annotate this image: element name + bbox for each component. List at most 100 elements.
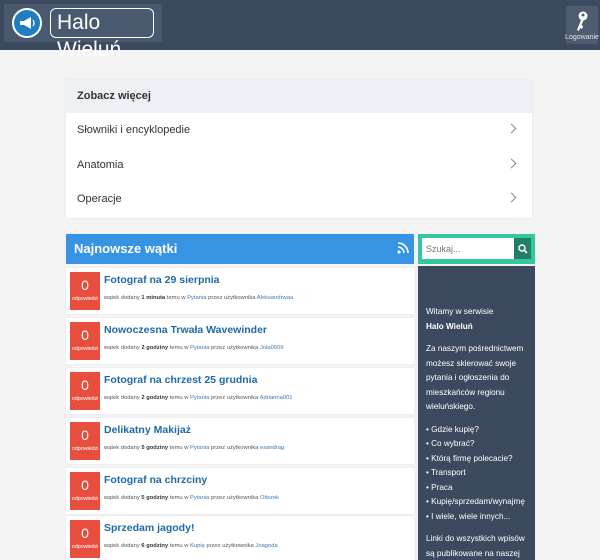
thread-item[interactable]: 0 odpowiedzi Sprzedam jagody! wątek doda… [66,516,414,560]
reply-count: 0 [81,525,89,541]
logo-text: Halo Wieluń [50,8,154,61]
thread-title[interactable]: Fotograf na chrzciny [104,474,207,486]
meta-added: wątek dodany [104,295,142,301]
user-link[interactable]: Oliszek [260,495,279,501]
meta-by: przez użytkownika [206,295,257,301]
reply-label: odpowiedzi [71,446,99,452]
reply-label: odpowiedzi [71,346,99,352]
see-more-title: Zobacz więcej [66,80,532,113]
reply-count-badge: 0 odpowiedzi [70,272,100,310]
see-more-item-dictionaries[interactable]: Słowniki i encyklopedie [66,113,532,148]
see-more-item-anatomy[interactable]: Anatomia [66,148,532,183]
search-input[interactable] [422,238,514,259]
list-item: • Transport [426,468,466,477]
forum-link[interactable]: Pytania [190,345,209,351]
list-item: • Co wybrać? [426,439,475,448]
meta-time: 1 minuta [141,295,166,301]
thread-meta: wątek dodany 5 godziny temu w Pytania pr… [104,495,279,501]
meta-time: 2 godziny [141,345,169,351]
meta-by: przez użytkownika [209,445,260,451]
meta-ago: temu w [168,445,191,451]
search-button[interactable] [514,238,531,259]
thread-title[interactable]: Sprzedam jagody! [104,522,194,534]
forum-link[interactable]: Pytania [190,395,209,401]
forum-link[interactable]: Pytania [187,295,206,301]
meta-by: przez użytkownika [204,543,256,549]
user-link[interactable]: Aleksandrwaa [257,295,293,301]
meta-ago: temu w [168,395,191,401]
sidebar-topics-list: • Gdzie kupię? • Co wybrać? • Którą firm… [426,423,527,525]
thread-title[interactable]: Nowoczesna Trwała Wavewinder [104,324,267,336]
rss-icon[interactable] [397,242,409,254]
meta-added: wątek dodany [104,395,142,401]
reply-label: odpowiedzi [71,496,99,502]
reply-count: 0 [81,477,89,493]
latest-threads-header: Najnowsze wątki [66,234,414,264]
welcome-text: Witamy w serwisie [426,307,494,316]
reply-count-badge: 0 odpowiedzi [70,472,100,510]
thread-meta: wątek dodany 5 godziny temu w Pytania pr… [104,445,284,451]
reply-label: odpowiedzi [71,296,99,302]
latest-threads-title: Najnowsze wątki [74,241,178,256]
see-more-item-operations[interactable]: Operacje [66,182,532,217]
reply-count: 0 [81,377,89,393]
chevron-right-icon [506,192,517,203]
login-button[interactable]: Logowanie [565,6,599,44]
thread-meta: wątek dodany 2 godziny temu w Pytania pr… [104,345,284,351]
search-bar [418,234,535,264]
key-icon [577,11,588,31]
search-icon [517,243,528,254]
thread-item[interactable]: 0 odpowiedzi Delikatny Makijaż wątek dod… [66,418,414,464]
see-more-item-label: Operacje [77,193,122,205]
top-bar: Halo Wieluń Logowanie [0,0,600,61]
meta-time: 5 godziny [141,495,169,501]
forum-link[interactable]: Pytania [190,495,209,501]
thread-title[interactable]: Fotograf na 29 sierpnia [104,274,220,286]
meta-time: 2 godziny [141,395,169,401]
meta-ago: temu w [168,495,191,501]
reply-count: 0 [81,327,89,343]
site-logo[interactable]: Halo Wieluń [4,4,162,61]
meta-added: wątek dodany [104,445,142,451]
sidebar-intro: Za naszym pośrednictwem możesz skierować… [426,344,524,411]
thread-meta: wątek dodany 6 godziny temu w Kupię prze… [104,543,278,549]
meta-added: wątek dodany [104,345,142,351]
meta-by: przez użytkownika [209,345,260,351]
meta-added: wątek dodany [104,543,142,549]
thread-title[interactable]: Fotograf na chrzest 25 grudnia [104,374,257,386]
meta-ago: temu w [168,345,191,351]
thread-item[interactable]: 0 odpowiedzi Nowoczesna Trwała Wavewinde… [66,318,414,364]
meta-by: przez użytkownika [209,395,260,401]
thread-item[interactable]: 0 odpowiedzi Fotograf na chrzciny wątek … [66,468,414,514]
reply-count-badge: 0 odpowiedzi [70,322,100,360]
reply-count-badge: 0 odpowiedzi [70,372,100,410]
user-link[interactable]: Joagoda [255,543,277,549]
reply-count: 0 [81,427,89,443]
thread-item[interactable]: 0 odpowiedzi Fotograf na chrzest 25 grud… [66,368,414,414]
thread-item[interactable]: 0 odpowiedzi Fotograf na 29 sierpnia wąt… [66,268,414,314]
meta-added: wątek dodany [104,495,142,501]
chevron-right-icon [506,123,517,134]
forum-link[interactable]: Kupię [190,543,205,549]
chevron-right-icon [506,158,517,168]
see-more-item-label: Anatomia [77,158,124,171]
login-label: Logowanie [565,34,599,41]
meta-by: przez użytkownika [209,495,260,501]
meta-ago: temu w [168,543,191,549]
reply-label: odpowiedzi [71,544,99,550]
user-link[interactable]: Jola0609 [260,345,284,351]
megaphone-icon [12,8,42,38]
sidebar-site-name: Halo Wieluń [426,321,473,331]
sidebar-footer-text: Linki do wszystkich wpisów są publikowan… [426,534,525,558]
list-item: • Gdzie kupię? [426,424,479,434]
thread-title[interactable]: Delikatny Makijaż [104,424,191,436]
meta-time: 6 godziny [141,543,169,549]
meta-ago: temu w [165,295,188,301]
user-link[interactable]: Adrianna001 [260,395,293,401]
user-link[interactable]: esandrag [260,445,284,451]
list-item: • Którą firmę polecacie? [426,453,513,463]
forum-link[interactable]: Pytania [190,445,209,451]
meta-time: 5 godziny [141,445,169,451]
thread-meta: wątek dodany 1 minuta temu w Pytania prz… [104,295,293,301]
see-more-card: Zobacz więcej Słowniki i encyklopedie An… [66,80,532,218]
